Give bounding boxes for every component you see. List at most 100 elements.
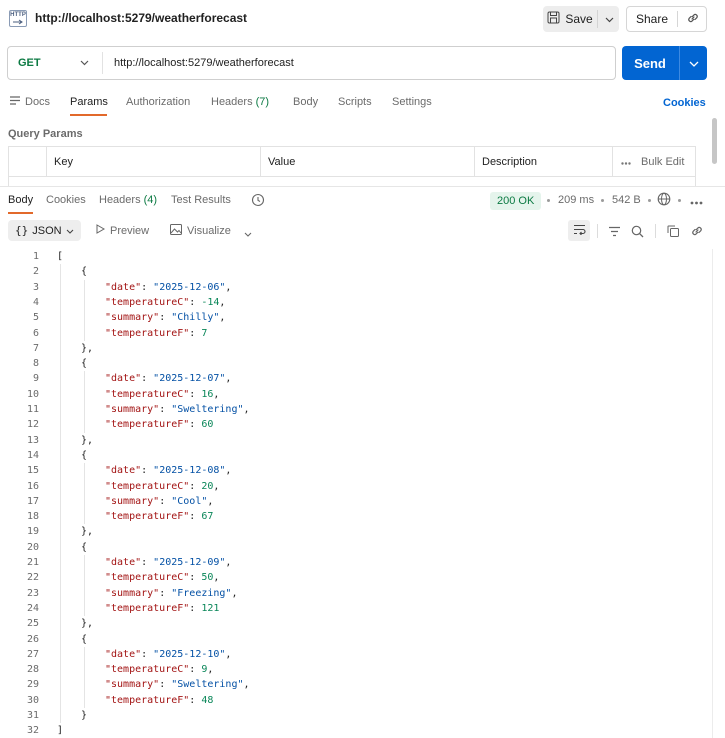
response-body-viewer[interactable]: 1[2{3 "date": "2025-12-06", 4 "temperatureC… bbox=[0, 249, 725, 738]
preview-button[interactable]: Preview bbox=[96, 224, 149, 237]
json-string: "2025-12-09" bbox=[153, 557, 226, 568]
wrap-lines-button[interactable] bbox=[568, 220, 590, 241]
send-options-button[interactable] bbox=[680, 46, 707, 80]
format-label: JSON bbox=[32, 224, 62, 237]
json-punctuation: : bbox=[189, 511, 202, 523]
share-button[interactable]: Share bbox=[627, 7, 677, 31]
code-line: 13}, bbox=[0, 433, 725, 448]
pane-divider[interactable] bbox=[0, 186, 725, 187]
tab-test-results[interactable]: Test Results bbox=[171, 194, 231, 206]
json-key: "temperatureF" bbox=[105, 511, 190, 523]
code-text: "temperatureF": 121 bbox=[105, 601, 219, 616]
json-number: 16 bbox=[201, 388, 214, 400]
line-number: 17 bbox=[26, 495, 39, 507]
request-pane-scrollbar[interactable] bbox=[712, 118, 717, 164]
code-scrollbar-track bbox=[712, 249, 713, 738]
method-select[interactable]: GET bbox=[18, 47, 41, 79]
code-line: 22 "temperatureC": 50, bbox=[0, 570, 725, 585]
json-punctuation: { bbox=[81, 449, 88, 461]
code-line: 26 { bbox=[0, 632, 725, 647]
json-key: "summary" bbox=[105, 495, 160, 507]
copy-icon[interactable] bbox=[665, 223, 681, 239]
json-string: "Sweltering" bbox=[171, 404, 244, 415]
code-text: "temperatureC": 16, bbox=[105, 387, 219, 402]
tab-docs[interactable]: Docs bbox=[10, 96, 50, 108]
json-number: 7 bbox=[201, 327, 208, 339]
link-icon[interactable] bbox=[689, 223, 705, 239]
code-text: [ bbox=[57, 249, 63, 264]
value-column: Value bbox=[261, 147, 475, 177]
json-number: 20 bbox=[201, 480, 214, 492]
line-number: 29 bbox=[26, 679, 39, 691]
json-key: "summary" bbox=[105, 404, 160, 415]
json-punctuation: : bbox=[159, 587, 172, 599]
code-line: 4 "temperatureC": -14, bbox=[0, 295, 725, 310]
search-icon[interactable] bbox=[629, 223, 645, 239]
tab-response-body[interactable]: Body bbox=[8, 194, 33, 206]
response-size[interactable]: 542 B bbox=[612, 194, 641, 206]
line-number: 11 bbox=[26, 404, 39, 415]
column-header-description: Description bbox=[482, 156, 538, 168]
filter-icon[interactable] bbox=[606, 223, 622, 239]
line-number: 25 bbox=[26, 618, 39, 630]
method-chevron-down-icon[interactable] bbox=[80, 47, 89, 79]
json-key: "temperatureC" bbox=[105, 572, 190, 584]
code-line: 32] bbox=[0, 723, 725, 738]
line-number: 20 bbox=[26, 541, 39, 553]
status-badge[interactable]: 200 OK bbox=[490, 192, 542, 210]
json-punctuation: : bbox=[189, 296, 202, 308]
history-icon[interactable] bbox=[251, 193, 265, 210]
json-string: "Cool" bbox=[171, 495, 208, 507]
code-line: 6 "temperatureF": 7 bbox=[0, 326, 725, 341]
globe-icon[interactable] bbox=[657, 192, 671, 209]
tab-params[interactable]: Params bbox=[70, 96, 108, 108]
code-line: 31} bbox=[0, 708, 725, 723]
code-text: }, bbox=[81, 616, 93, 631]
code-text: "summary": "Sweltering", bbox=[105, 402, 250, 417]
json-key: "date" bbox=[105, 281, 142, 293]
code-text: { bbox=[81, 448, 87, 463]
copy-link-button[interactable] bbox=[679, 7, 707, 31]
visualize-button[interactable]: Visualize bbox=[170, 224, 231, 238]
json-punctuation: : bbox=[189, 572, 202, 584]
json-number: 48 bbox=[201, 694, 214, 706]
json-punctuation: : bbox=[159, 495, 172, 507]
response-headers-count: (4) bbox=[143, 194, 158, 206]
save-options-button[interactable] bbox=[599, 6, 619, 32]
key-column: Key bbox=[47, 147, 261, 177]
cookies-link[interactable]: Cookies bbox=[663, 97, 706, 109]
indent-guide bbox=[84, 279, 85, 341]
send-button[interactable]: Send bbox=[622, 46, 678, 80]
tab-settings[interactable]: Settings bbox=[392, 96, 432, 108]
response-time[interactable]: 209 ms bbox=[558, 194, 594, 206]
tab-scripts[interactable]: Scripts bbox=[338, 96, 372, 108]
tab-response-headers[interactable]: Headers (4) bbox=[99, 194, 157, 206]
save-button[interactable]: Save bbox=[543, 6, 597, 32]
json-punctuation: : bbox=[189, 388, 202, 400]
format-select[interactable]: {} JSON bbox=[8, 220, 81, 241]
code-line: 2{ bbox=[0, 264, 725, 279]
url-input[interactable] bbox=[114, 47, 594, 79]
separator-dot bbox=[648, 199, 651, 202]
more-options-icon[interactable] bbox=[690, 196, 703, 208]
line-number: 12 bbox=[26, 419, 39, 431]
code-text: "temperatureC": 20, bbox=[105, 479, 219, 494]
divider bbox=[597, 224, 598, 238]
divider bbox=[9, 176, 695, 177]
code-line: 17 "summary": "Cool", bbox=[0, 494, 725, 509]
json-punctuation: , bbox=[207, 495, 214, 507]
tab-headers[interactable]: Headers (7) bbox=[211, 96, 269, 108]
code-line: 11 "summary": "Sweltering", bbox=[0, 402, 725, 417]
visualize-options-button[interactable] bbox=[244, 228, 252, 240]
json-punctuation: { bbox=[81, 633, 88, 645]
tab-body[interactable]: Body bbox=[293, 96, 318, 108]
json-punctuation: : bbox=[189, 480, 202, 492]
line-number: 18 bbox=[26, 511, 39, 523]
json-key: "temperatureC" bbox=[105, 388, 190, 400]
tab-response-cookies[interactable]: Cookies bbox=[46, 194, 86, 206]
line-number: 27 bbox=[26, 648, 39, 660]
code-text: "temperatureF": 67 bbox=[105, 509, 213, 524]
bulk-edit-button[interactable]: Bulk Edit bbox=[621, 156, 684, 168]
code-text: { bbox=[81, 540, 87, 555]
tab-authorization[interactable]: Authorization bbox=[126, 96, 190, 108]
